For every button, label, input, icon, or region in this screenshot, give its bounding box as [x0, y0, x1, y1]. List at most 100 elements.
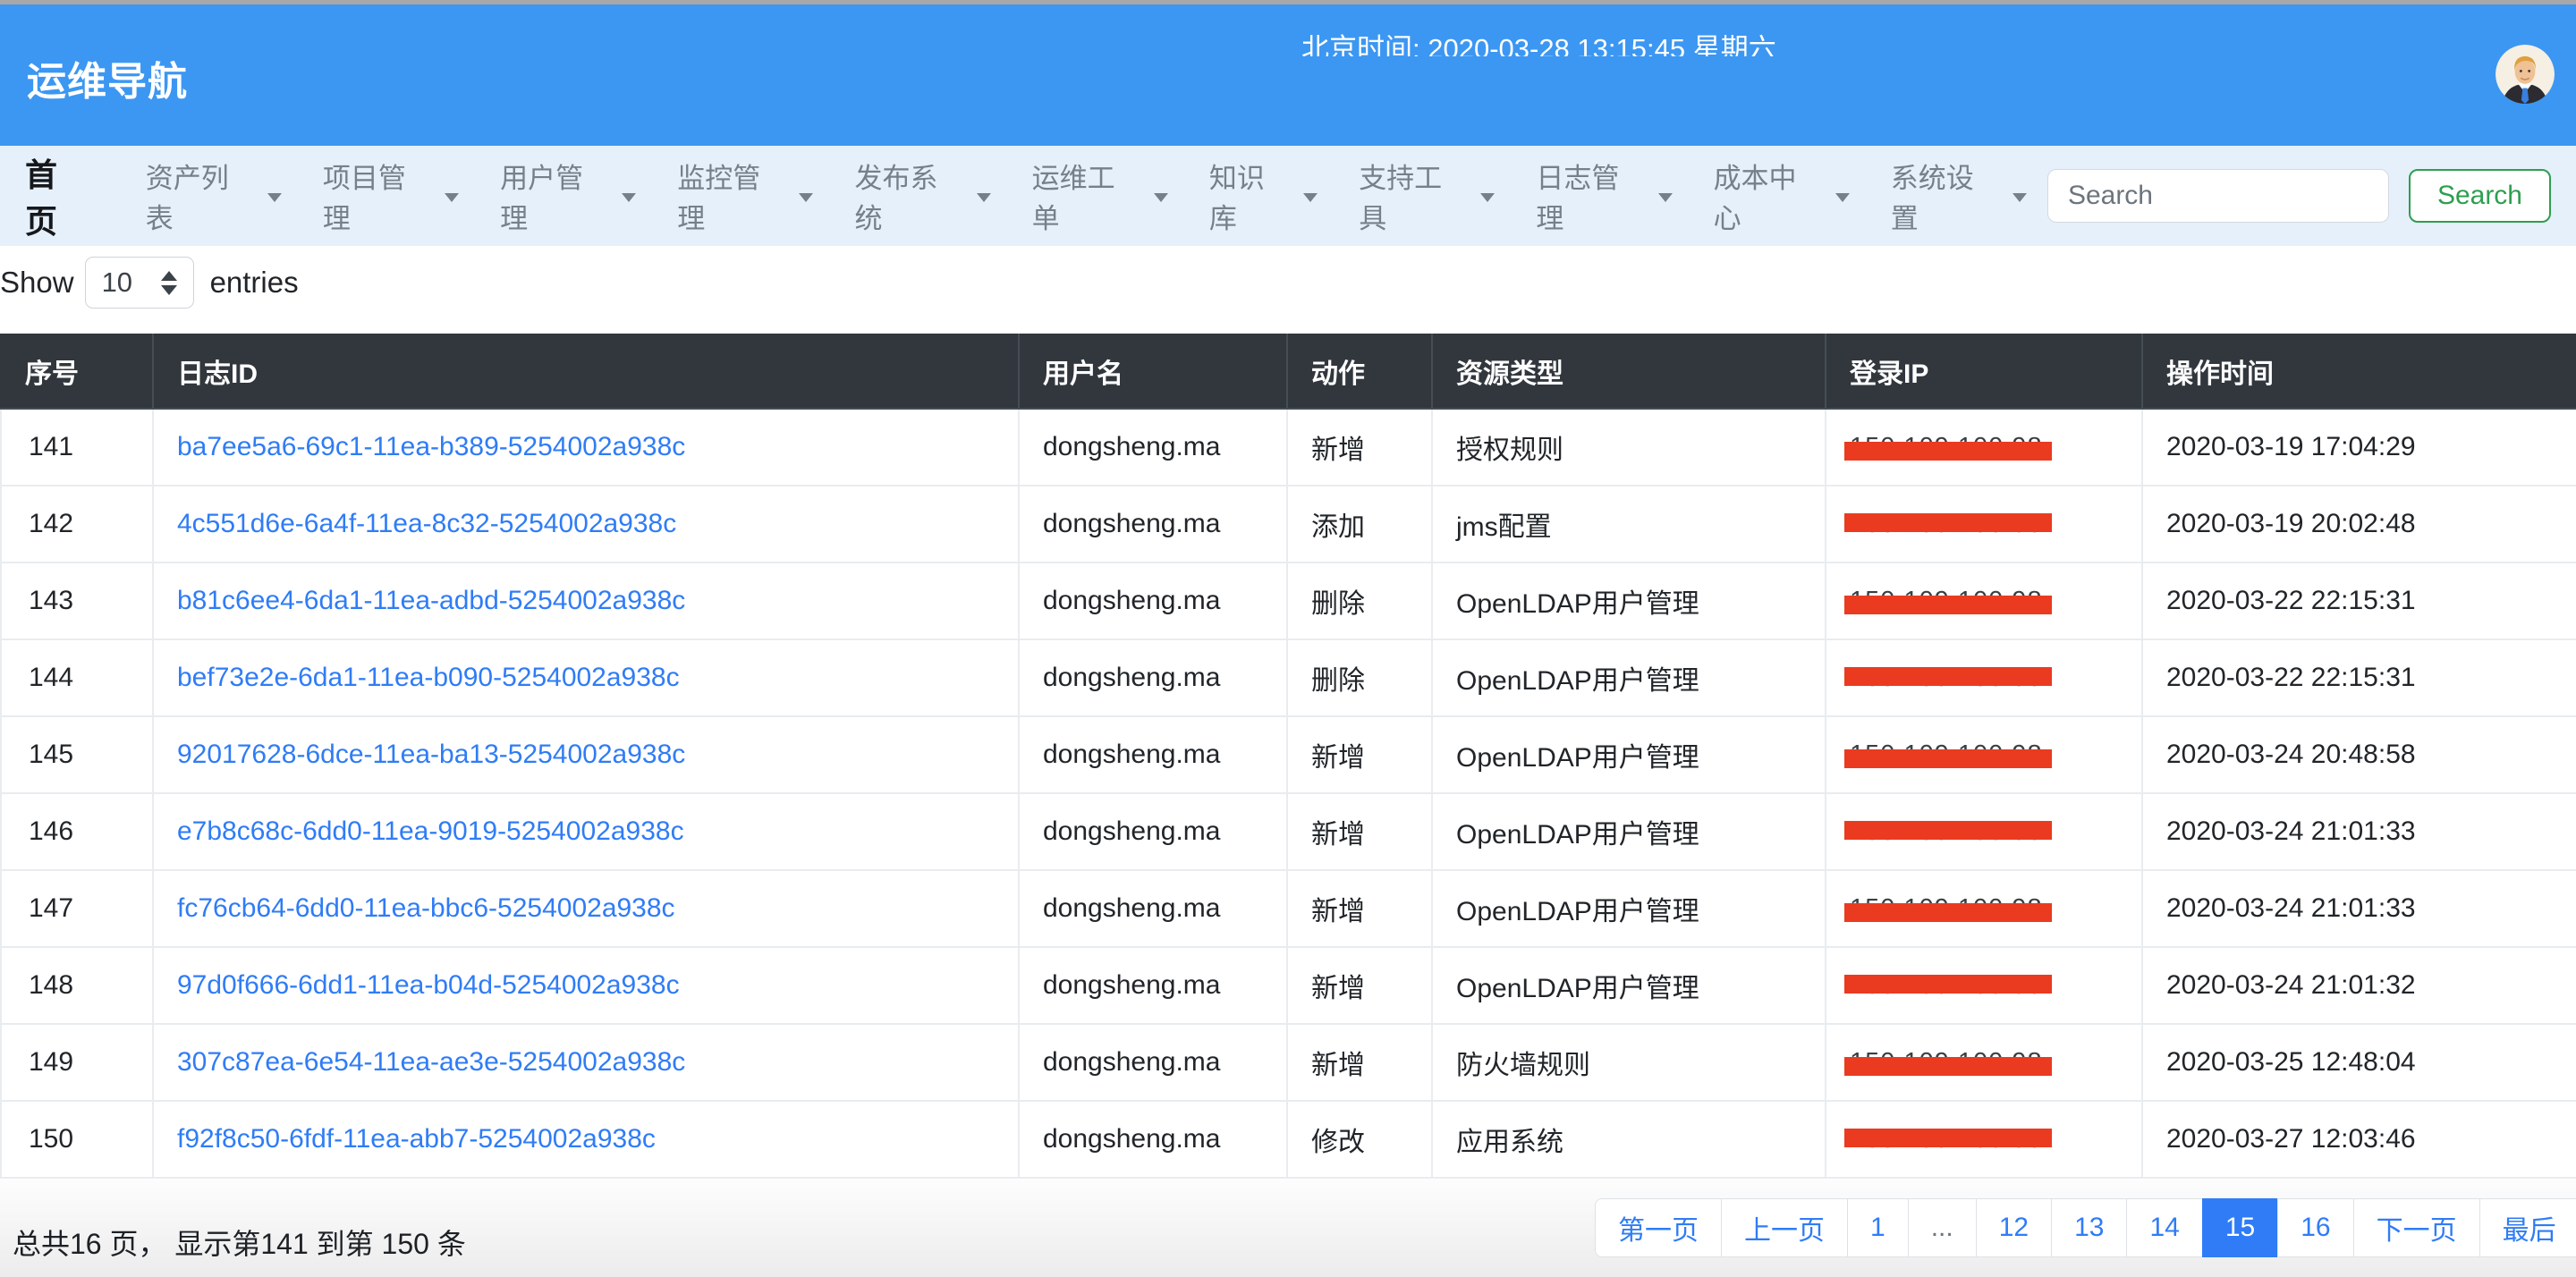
table-row: 145 92017628-6dce-11ea-ba13-5254002a938c… [1, 716, 2576, 793]
nav-menu-label: 系统设置 [1891, 156, 2001, 236]
nav-menu-item[interactable]: 监控管理 [677, 156, 813, 236]
cell-action: 新增 [1287, 1024, 1432, 1101]
nav-menu-item[interactable]: 资产列表 [146, 156, 282, 236]
cell-action: 修改 [1287, 1101, 1432, 1178]
log-id-link[interactable]: fc76cb64-6dd0-11ea-bbc6-5254002a938c [177, 893, 675, 923]
pagination-summary: 总共16 页， 显示第141 到第 150 条 [13, 1222, 466, 1263]
user-avatar[interactable] [2496, 45, 2555, 104]
cell-resource-type: OpenLDAP用户管理 [1432, 639, 1826, 716]
cell-time: 2020-03-27 12:03:46 [2142, 1101, 2576, 1178]
cell-seq: 145 [1, 716, 153, 793]
chevron-down-icon [1303, 193, 1318, 202]
page-button[interactable]: 14 [2126, 1198, 2202, 1257]
cell-seq: 143 [1, 562, 153, 639]
cell-time: 2020-03-22 22:15:31 [2142, 562, 2576, 639]
nav-item-home[interactable]: 首页 [25, 149, 89, 242]
cell-seq: 142 [1, 486, 153, 562]
page-button[interactable]: 1 [1847, 1198, 1909, 1257]
cell-time: 2020-03-19 17:04:29 [2142, 409, 2576, 486]
column-header: 登录IP [1826, 334, 2142, 409]
log-id-link[interactable]: 92017628-6dce-11ea-ba13-5254002a938c [177, 740, 685, 769]
log-id-link[interactable]: 4c551d6e-6a4f-11ea-8c32-5254002a938c [177, 509, 676, 538]
page-button[interactable]: 13 [2051, 1198, 2127, 1257]
cell-action: 新增 [1287, 409, 1432, 486]
login-ip-redacted: 150.109.100.98 [1850, 509, 2043, 539]
log-id-link[interactable]: f92f8c50-6fdf-11ea-abb7-5254002a938c [177, 1124, 656, 1154]
search-button[interactable]: Search [2409, 169, 2551, 223]
cell-username: dongsheng.ma [1019, 716, 1287, 793]
beijing-time-text: 北京时间: 2020-03-28 13:15:45 星期六 [1301, 33, 1776, 56]
cell-username: dongsheng.ma [1019, 639, 1287, 716]
cell-time: 2020-03-24 21:01:33 [2142, 793, 2576, 870]
nav-menu-label: 资产列表 [146, 156, 256, 236]
page-button[interactable]: ... [1908, 1198, 1977, 1257]
main-navbar: 首页 资产列表项目管理用户管理监控管理发布系统运维工单知识库支持工具日志管理成本… [0, 146, 2576, 246]
nav-menu-label: 成本中心 [1714, 156, 1824, 236]
nav-menu-item[interactable]: 成本中心 [1714, 156, 1850, 236]
nav-menu-item[interactable]: 发布系统 [854, 156, 990, 236]
nav-menu-item[interactable]: 日志管理 [1536, 156, 1672, 236]
redaction-overlay [1844, 821, 2052, 840]
column-header: 序号 [1, 334, 153, 409]
chevron-down-icon [1154, 193, 1168, 202]
cell-action: 新增 [1287, 870, 1432, 947]
cell-action: 删除 [1287, 562, 1432, 639]
log-id-link[interactable]: e7b8c68c-6dd0-11ea-9019-5254002a938c [177, 816, 684, 846]
page-button[interactable]: 16 [2277, 1198, 2353, 1257]
chevron-down-icon [1835, 193, 1850, 202]
cell-action: 新增 [1287, 716, 1432, 793]
nav-menu-label: 知识库 [1209, 156, 1292, 236]
cell-time: 2020-03-24 21:01:33 [2142, 870, 2576, 947]
nav-menu-label: 用户管理 [500, 156, 610, 236]
table-row: 149 307c87ea-6e54-11ea-ae3e-5254002a938c… [1, 1024, 2576, 1101]
log-id-link[interactable]: ba7ee5a6-69c1-11ea-b389-5254002a938c [177, 432, 685, 461]
audit-log-table: 序号日志ID用户名动作资源类型登录IP操作时间 141 ba7ee5a6-69c… [0, 334, 2576, 1179]
page-button[interactable]: 第一页 [1595, 1198, 1722, 1257]
redaction-overlay [1844, 903, 2052, 922]
log-id-link[interactable]: b81c6ee4-6da1-11ea-adbd-5254002a938c [177, 586, 685, 615]
cell-resource-type: OpenLDAP用户管理 [1432, 870, 1826, 947]
nav-menu-item[interactable]: 项目管理 [323, 156, 459, 236]
redaction-overlay [1844, 513, 2052, 532]
cell-username: dongsheng.ma [1019, 947, 1287, 1024]
log-id-link[interactable]: 307c87ea-6e54-11ea-ae3e-5254002a938c [177, 1047, 685, 1077]
login-ip-redacted: 150.109.100.98 [1850, 970, 2043, 1001]
nav-menu-item[interactable]: 系统设置 [1891, 156, 2027, 236]
nav-menu-item[interactable]: 用户管理 [500, 156, 636, 236]
page-button[interactable]: 12 [1976, 1198, 2052, 1257]
nav-menu-item[interactable]: 支持工具 [1359, 156, 1495, 236]
page-size-select[interactable]: 10 [85, 257, 194, 309]
page-button-current[interactable]: 15 [2202, 1198, 2278, 1257]
nav-menu-item[interactable]: 知识库 [1209, 156, 1318, 236]
table-row: 141 ba7ee5a6-69c1-11ea-b389-5254002a938c… [1, 409, 2576, 486]
cell-resource-type: OpenLDAP用户管理 [1432, 947, 1826, 1024]
page-button[interactable]: 最后 [2479, 1198, 2576, 1257]
log-table-body: 141 ba7ee5a6-69c1-11ea-b389-5254002a938c… [1, 409, 2576, 1178]
cell-seq: 148 [1, 947, 153, 1024]
cell-resource-type: OpenLDAP用户管理 [1432, 716, 1826, 793]
login-ip-redacted: 150.109.100.98 [1850, 816, 2043, 847]
log-id-link[interactable]: 97d0f666-6dd1-11ea-b04d-5254002a938c [177, 970, 680, 1000]
chevron-down-icon [799, 193, 813, 202]
cell-time: 2020-03-22 22:15:31 [2142, 639, 2576, 716]
chevron-down-icon [267, 193, 282, 202]
log-id-link[interactable]: bef73e2e-6da1-11ea-b090-5254002a938c [177, 663, 680, 692]
login-ip-redacted: 150.109.100.98 [1850, 432, 2043, 462]
select-arrows-icon [161, 271, 177, 295]
cell-seq: 147 [1, 870, 153, 947]
avatar-man-icon [2496, 45, 2555, 104]
search-input[interactable] [2047, 169, 2389, 223]
chevron-down-icon [977, 193, 991, 202]
show-label: Show [0, 266, 74, 300]
column-header: 操作时间 [2142, 334, 2576, 409]
table-row: 146 e7b8c68c-6dd0-11ea-9019-5254002a938c… [1, 793, 2576, 870]
cell-username: dongsheng.ma [1019, 1024, 1287, 1101]
nav-menu-item[interactable]: 运维工单 [1032, 156, 1168, 236]
cell-resource-type: OpenLDAP用户管理 [1432, 793, 1826, 870]
cell-username: dongsheng.ma [1019, 1101, 1287, 1178]
page-button[interactable]: 上一页 [1721, 1198, 1848, 1257]
nav-search-area: Search [2047, 169, 2551, 223]
nav-menu-label: 日志管理 [1536, 156, 1646, 236]
page-button[interactable]: 下一页 [2353, 1198, 2480, 1257]
table-row: 144 bef73e2e-6da1-11ea-b090-5254002a938c… [1, 639, 2576, 716]
